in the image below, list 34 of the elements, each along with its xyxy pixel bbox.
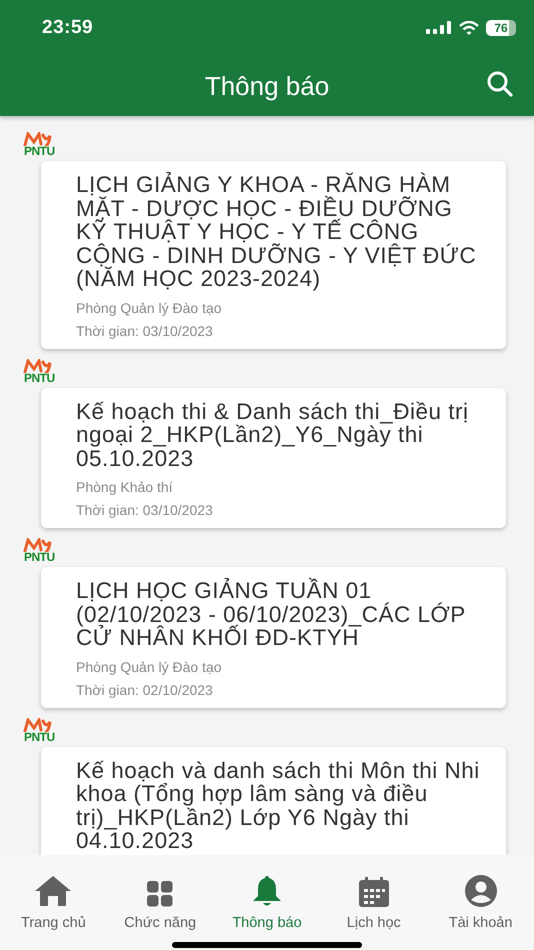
- logo: PNTU: [20, 358, 66, 386]
- logo: PNTU: [20, 132, 66, 160]
- notice-card[interactable]: Kế hoạch và danh sách thi Môn thi Nhi khoa (Tổng hợp lâm sàng và điều trị)_HKP(Lần2) Lớp Y6 Ngày thi 04.10.2023: [41, 746, 506, 855]
- nav-tab[interactable]: Chức năng: [106, 867, 214, 931]
- nav-tab[interactable]: Lịch học: [320, 867, 428, 931]
- calendar-icon: [358, 877, 389, 907]
- notice-card[interactable]: LỊCH GIẢNG Y KHOA - RĂNG HÀM MẶT - DƯỢC HỌC - ĐIỀU DƯỠNG KỸ THUẬT Y HỌC - Y TẾ CÔNG CỘNG - DINH DƯỠNG - Y VIỆT ĐỨC (NĂM HỌC 2023-2024) Phòng Quản lý Đào tạo Thời gian: 03/10/2023: [41, 161, 506, 348]
- notice-card[interactable]: Kế hoạch thi & Danh sách thi_Điều trị ngoại 2_HKP(Lần2)_Y6_Ngày thi 05.10.2023 Phòng Khảo thí Thời gian: 03/10/2023: [41, 388, 506, 528]
- logo: PNTU: [20, 718, 66, 746]
- notice-department: Phòng Khảo thí: [76, 478, 174, 497]
- nav-tab[interactable]: Trang chủ: [0, 867, 107, 931]
- status-time: 23:59: [42, 17, 94, 39]
- notice-title: LỊCH GIẢNG Y KHOA - RĂNG HÀM MẶT - DƯỢC HỌC - ĐIỀU DƯỠNG KỸ THUẬT Y HỌC - Y TẾ CÔNG CỘNG - DINH DƯỠNG - Y VIỆT ĐỨC (NĂM HỌC 2023-2024): [76, 173, 478, 290]
- notice-department: Phòng Quản lý Đào tạo: [76, 298, 223, 318]
- account-icon: [464, 875, 497, 907]
- search-icon[interactable]: [486, 70, 514, 98]
- wifi-icon: [459, 20, 479, 36]
- notice-date: Thời gian: 03/10/2023: [76, 501, 214, 520]
- signal-icon: [426, 21, 452, 35]
- home-icon: [34, 875, 72, 907]
- battery-indicator: 76: [486, 20, 516, 36]
- nav-tab[interactable]: Thông báo: [214, 867, 320, 931]
- logo: PNTU: [20, 538, 66, 566]
- bell-icon: [252, 875, 282, 907]
- notice-date: Thời gian: 03/10/2023: [76, 322, 214, 341]
- grid-icon: [147, 881, 174, 907]
- notice-title: Kế hoạch thi & Danh sách thi_Điều trị ngoại 2_HKP(Lần2)_Y6_Ngày thi 05.10.2023: [76, 400, 470, 470]
- notice-title: Kế hoạch và danh sách thi Môn thi Nhi khoa (Tổng hợp lâm sàng và điều trị)_HKP(Lần2) Lớp Y6 Ngày thi 04.10.2023: [76, 758, 481, 852]
- notice-card[interactable]: LỊCH HỌC GIẢNG TUẦN 01 (02/10/2023 - 06/10/2023)_CÁC LỚP CỬ NHÂN KHỐI ĐD-KTYH Phòng Quản lý Đào tạo Thời gian: 02/10/2023: [41, 567, 506, 708]
- notice-date: Thời gian: 02/10/2023: [76, 680, 214, 700]
- notice-title: LỊCH HỌC GIẢNG TUẦN 01 (02/10/2023 - 06/10/2023)_CÁC LỚP CỬ NHÂN KHỐI ĐD-KTYH: [76, 579, 466, 650]
- nav-tab[interactable]: Tài khoản: [427, 867, 534, 931]
- page-title: Thông báo: [204, 70, 330, 102]
- notice-department: Phòng Quản lý Đào tạo: [76, 658, 223, 677]
